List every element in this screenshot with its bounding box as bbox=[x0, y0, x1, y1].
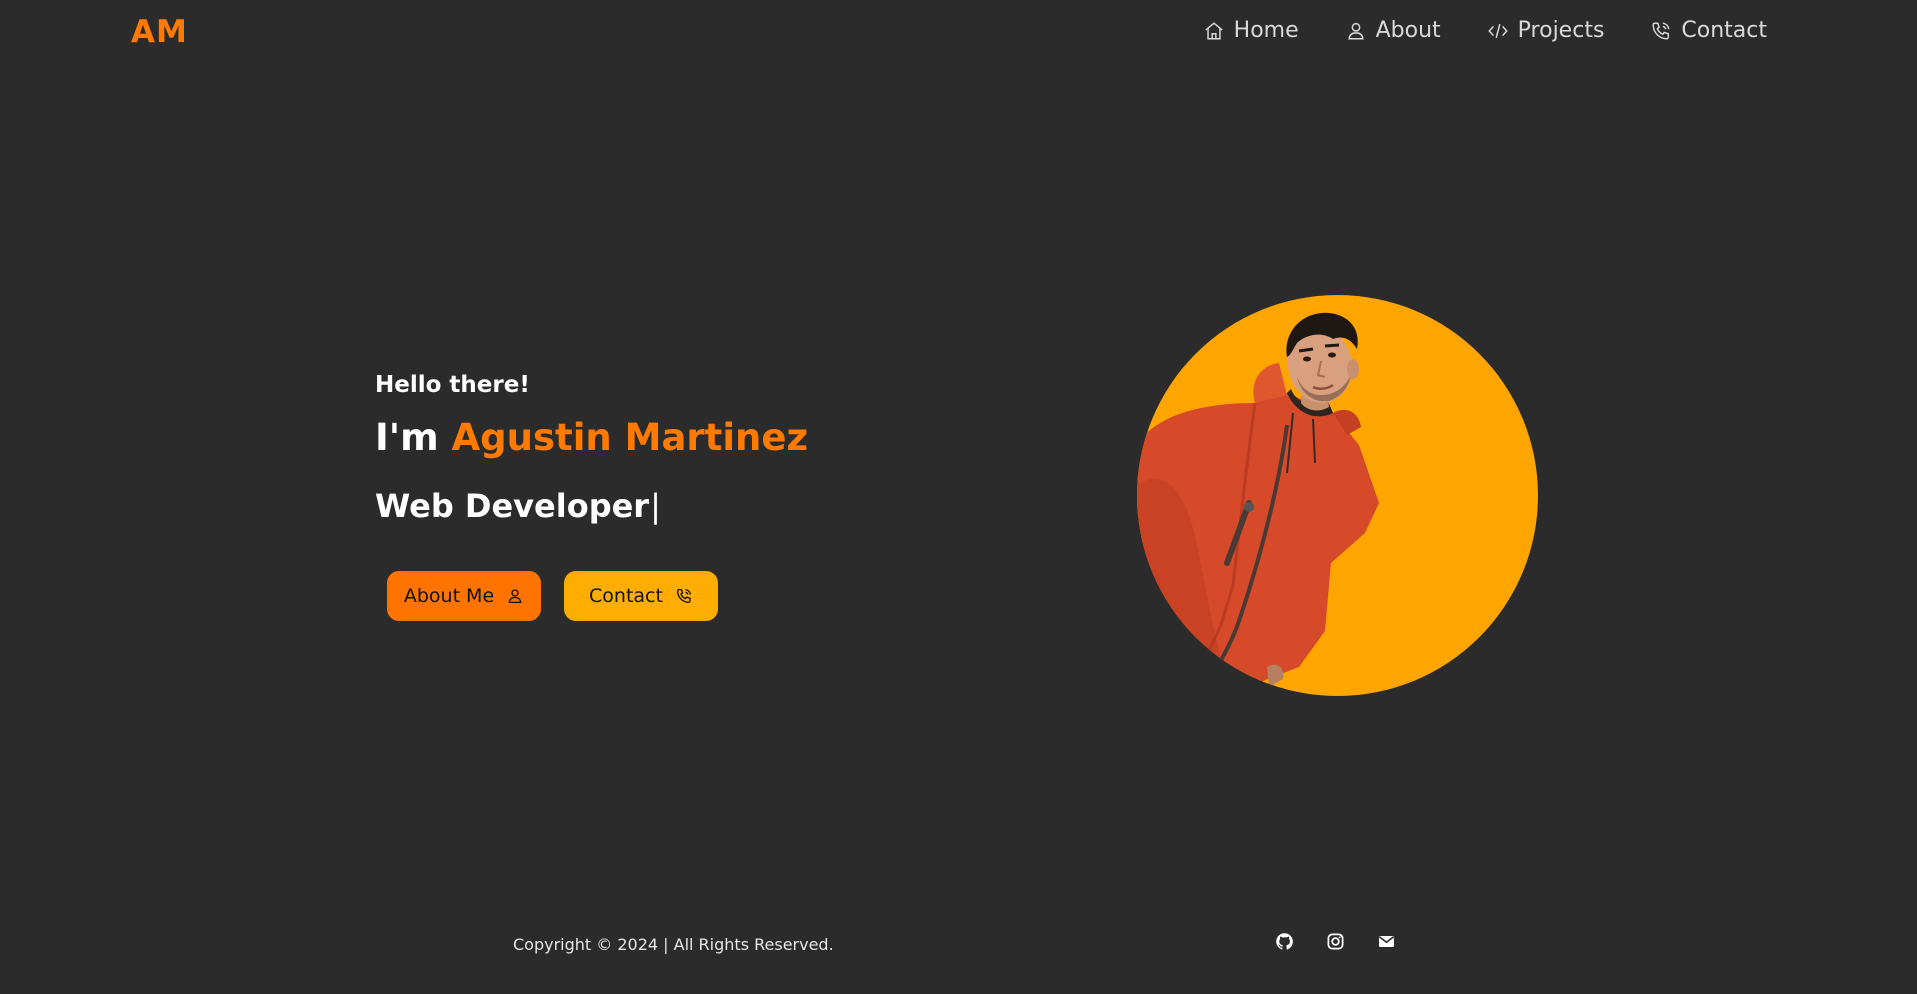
contact-button-label: Contact bbox=[589, 585, 663, 607]
nav-home[interactable]: Home bbox=[1203, 18, 1299, 43]
nav-contact[interactable]: Contact bbox=[1650, 18, 1767, 43]
profile-illustration bbox=[1137, 312, 1379, 696]
code-icon bbox=[1487, 23, 1508, 38]
social-links bbox=[1275, 932, 1396, 951]
hero-buttons: About Me Contact bbox=[387, 571, 718, 621]
phone-icon bbox=[1652, 21, 1670, 40]
contact-button[interactable]: Contact bbox=[564, 571, 718, 621]
greeting-text: Hello there! bbox=[375, 372, 530, 398]
role-heading: Web Developer| bbox=[375, 487, 808, 525]
hero-intro: Hello there! I'm Agustin Martinez Web De… bbox=[375, 372, 808, 525]
about-me-button-label: About Me bbox=[403, 585, 495, 607]
home-icon bbox=[1204, 21, 1223, 40]
owner-name: Agustin Martinez bbox=[451, 416, 808, 459]
copyright-text: Copyright © 2024 | All Rights Reserved. bbox=[513, 935, 834, 954]
user-icon bbox=[508, 589, 522, 604]
nav-contact-label: Contact bbox=[1681, 18, 1767, 43]
instagram-link[interactable] bbox=[1326, 932, 1345, 951]
github-link[interactable] bbox=[1275, 932, 1294, 951]
nav-about[interactable]: About bbox=[1345, 18, 1441, 43]
user-icon bbox=[1347, 22, 1364, 40]
email-link[interactable] bbox=[1377, 932, 1396, 951]
role-text: Web Developer bbox=[375, 487, 650, 525]
nav-home-label: Home bbox=[1233, 18, 1299, 43]
site-logo[interactable]: AM bbox=[131, 14, 188, 50]
profile-photo bbox=[1137, 295, 1538, 696]
nav-projects[interactable]: Projects bbox=[1487, 18, 1605, 43]
instagram-icon bbox=[1327, 933, 1344, 950]
name-heading: I'm Agustin Martinez bbox=[375, 416, 808, 459]
mail-icon bbox=[1378, 935, 1395, 948]
portfolio-page: AM Home About Projects Contact Hello the… bbox=[0, 0, 1917, 994]
intro-text: I'm bbox=[375, 416, 439, 459]
about-me-button[interactable]: About Me bbox=[387, 571, 541, 621]
nav-about-label: About bbox=[1375, 18, 1441, 43]
phone-icon bbox=[676, 588, 691, 604]
github-icon bbox=[1276, 933, 1293, 950]
main-nav: Home About Projects Contact bbox=[1203, 18, 1767, 43]
typing-cursor: | bbox=[650, 487, 661, 525]
nav-projects-label: Projects bbox=[1517, 18, 1605, 43]
